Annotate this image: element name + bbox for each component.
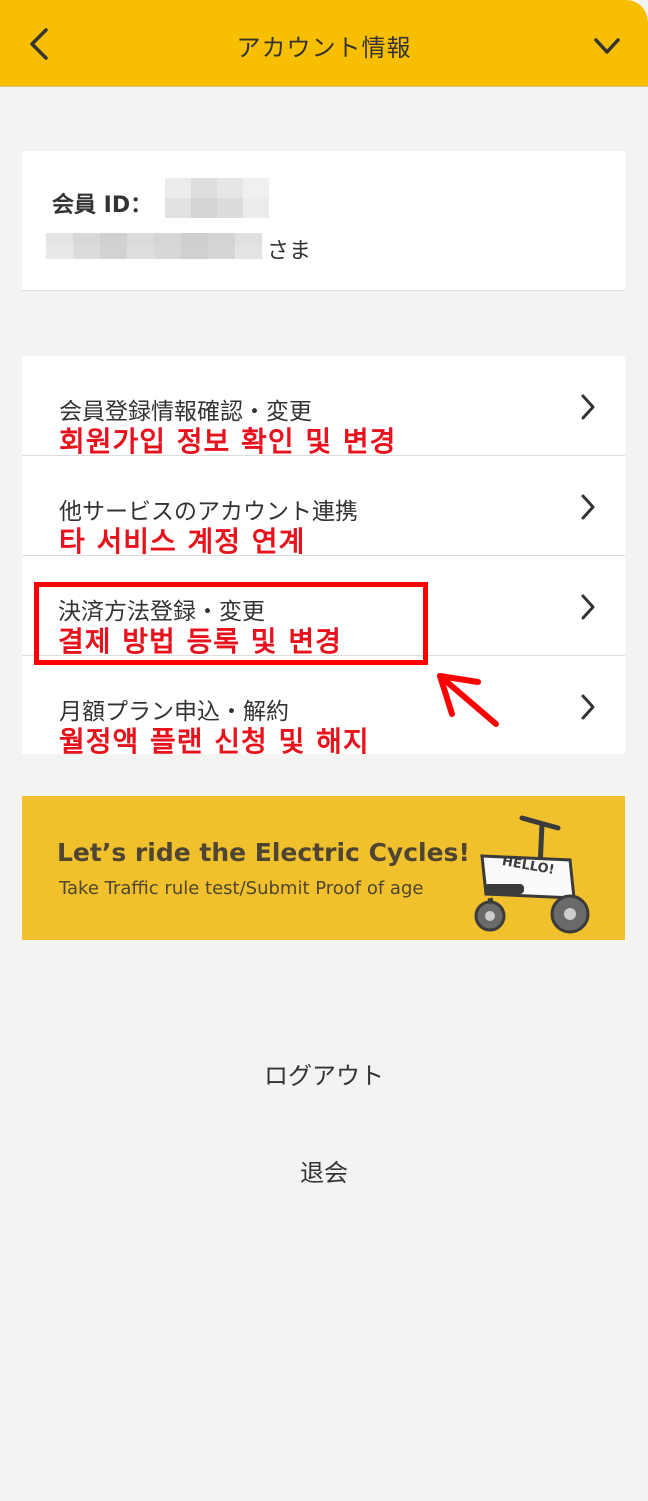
account-menu: 会員登録情報確認・変更 회원가입 정보 확인 및 변경 他サービスのアカウント連… bbox=[22, 356, 625, 758]
highlight-box bbox=[34, 582, 428, 665]
app-header: アカウント情報 bbox=[0, 0, 648, 87]
page-title: アカウント情報 bbox=[236, 34, 412, 62]
chevron-right-icon bbox=[581, 394, 595, 420]
member-info-card: 会員 ID： さま bbox=[22, 151, 625, 291]
logout-button[interactable]: ログアウト bbox=[0, 1056, 648, 1091]
menu-item-annotation: 월정액 플랜 신청 및 해지 bbox=[59, 725, 370, 758]
menu-item-annotation: 회원가입 정보 확인 및 변경 bbox=[59, 425, 397, 458]
chevron-right-icon bbox=[581, 494, 595, 520]
banner-subtitle: Take Traffic rule test/Submit Proof of a… bbox=[59, 878, 424, 899]
menu-item-member-info[interactable]: 会員登録情報確認・変更 회원가입 정보 확인 및 변경 bbox=[22, 356, 625, 458]
chevron-right-icon bbox=[581, 694, 595, 720]
chevron-right-icon bbox=[581, 594, 595, 620]
banner-title: Let’s ride the Electric Cycles! bbox=[57, 838, 470, 867]
member-honorific: さま bbox=[267, 239, 312, 264]
withdraw-button[interactable]: 退会 bbox=[0, 1153, 648, 1188]
menu-item-annotation: 타 서비스 계정 연계 bbox=[59, 525, 306, 558]
electric-cycle-banner[interactable]: Let’s ride the Electric Cycles! Take Tra… bbox=[22, 796, 625, 940]
bike-icon: HELLO! bbox=[474, 815, 590, 934]
member-name-redacted bbox=[46, 233, 262, 259]
arrow-icon bbox=[437, 673, 499, 727]
member-id-label: 会員 ID： bbox=[52, 193, 153, 218]
menu-item-monthly-plan[interactable]: 月額プラン申込・解約 월정액 플랜 신청 및 해지 bbox=[22, 656, 625, 758]
chevron-down-icon[interactable] bbox=[592, 34, 622, 58]
member-id-redacted bbox=[165, 178, 269, 218]
menu-item-account-link[interactable]: 他サービスのアカウント連携 타 서비스 계정 연계 bbox=[22, 456, 625, 558]
